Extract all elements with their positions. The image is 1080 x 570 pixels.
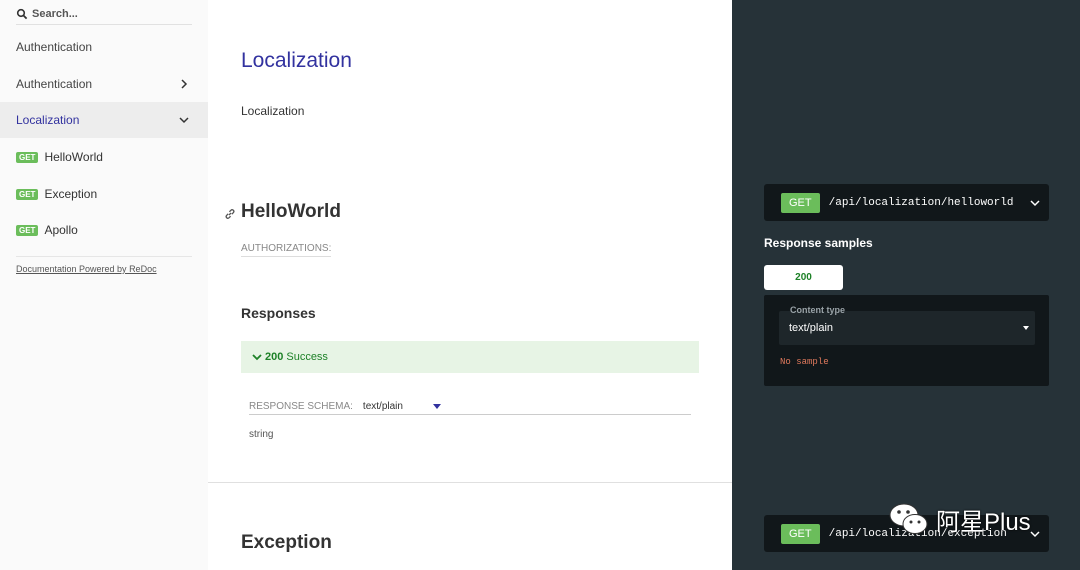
schema-label: RESPONSE SCHEMA: bbox=[249, 400, 353, 412]
sidebar-item-authentication-group[interactable]: Authentication bbox=[0, 66, 208, 102]
watermark-text: 阿星Plus bbox=[936, 508, 1031, 536]
get-badge: GET bbox=[16, 224, 39, 236]
wechat-icon bbox=[888, 500, 930, 538]
sidebar-item-localization[interactable]: Localization bbox=[0, 102, 208, 138]
schema-value: string bbox=[249, 429, 274, 440]
link-icon[interactable] bbox=[224, 207, 236, 219]
content-type-label: Content type bbox=[790, 305, 845, 315]
get-badge: GET bbox=[16, 188, 39, 200]
sidebar-item-authentication[interactable]: Authentication bbox=[0, 29, 208, 65]
section-description: Localization bbox=[241, 104, 305, 118]
response-label: Success bbox=[286, 351, 328, 363]
get-badge: GET bbox=[16, 151, 39, 163]
caret-down-icon[interactable] bbox=[432, 403, 441, 409]
method-badge: GET bbox=[781, 523, 820, 544]
endpoint-helloworld[interactable]: GET /api/localization/helloworld bbox=[764, 184, 1049, 221]
response-200-toggle[interactable]: 200 Success bbox=[241, 341, 699, 373]
right-panel: GET /api/localization/helloworld Respons… bbox=[732, 0, 1080, 570]
search-box[interactable]: Search... bbox=[16, 4, 192, 25]
chevron-down-icon bbox=[251, 351, 263, 363]
sample-tab-200[interactable]: 200 bbox=[764, 265, 843, 290]
samples-box: text/plain Content type No sample bbox=[764, 295, 1049, 386]
section-divider bbox=[208, 482, 732, 483]
chevron-right-icon bbox=[178, 78, 190, 90]
sidebar-op-exception[interactable]: GET Exception bbox=[0, 176, 208, 212]
chevron-down-icon bbox=[178, 114, 190, 126]
section-title: Localization bbox=[241, 49, 352, 72]
sidebar-divider bbox=[16, 256, 192, 257]
authorizations-label: AUTHORIZATIONS: bbox=[241, 243, 332, 257]
no-sample-text: No sample bbox=[780, 357, 829, 367]
response-samples-title: Response samples bbox=[764, 236, 873, 250]
sidebar-item-label: Authentication bbox=[16, 77, 93, 91]
watermark: 阿星Plus bbox=[888, 500, 1031, 538]
content-type-value: text/plain bbox=[789, 322, 834, 334]
sidebar-item-label: Authentication bbox=[16, 40, 93, 54]
sidebar-op-apollo[interactable]: GET Apollo bbox=[0, 212, 208, 248]
chevron-down-icon bbox=[1029, 196, 1041, 208]
schema-type-select[interactable]: text/plain bbox=[363, 401, 403, 412]
method-badge: GET bbox=[781, 192, 820, 213]
response-schema-row: RESPONSE SCHEMA: text/plain bbox=[249, 398, 691, 415]
sidebar-op-label: Exception bbox=[44, 187, 98, 201]
next-operation-title: Exception bbox=[241, 532, 332, 553]
content-type-select[interactable]: text/plain bbox=[779, 311, 1035, 345]
responses-title: Responses bbox=[241, 305, 316, 321]
sidebar: Search... Authentication Authentication … bbox=[0, 0, 208, 570]
sidebar-item-label: Localization bbox=[16, 113, 80, 127]
search-input[interactable]: Search... bbox=[32, 8, 78, 20]
caret-down-icon bbox=[1023, 326, 1029, 330]
search-icon bbox=[16, 8, 28, 20]
response-code: 200 bbox=[265, 351, 284, 363]
operation-title: HelloWorld bbox=[241, 201, 341, 222]
endpoint-path: /api/localization/helloworld bbox=[828, 196, 1014, 209]
redoc-link[interactable]: Documentation Powered by ReDoc bbox=[16, 264, 157, 274]
sidebar-op-label: HelloWorld bbox=[44, 150, 103, 164]
sidebar-op-label: Apollo bbox=[44, 223, 78, 237]
main-content: Localization Localization HelloWorld AUT… bbox=[208, 0, 732, 570]
sidebar-op-helloworld[interactable]: GET HelloWorld bbox=[0, 139, 208, 175]
